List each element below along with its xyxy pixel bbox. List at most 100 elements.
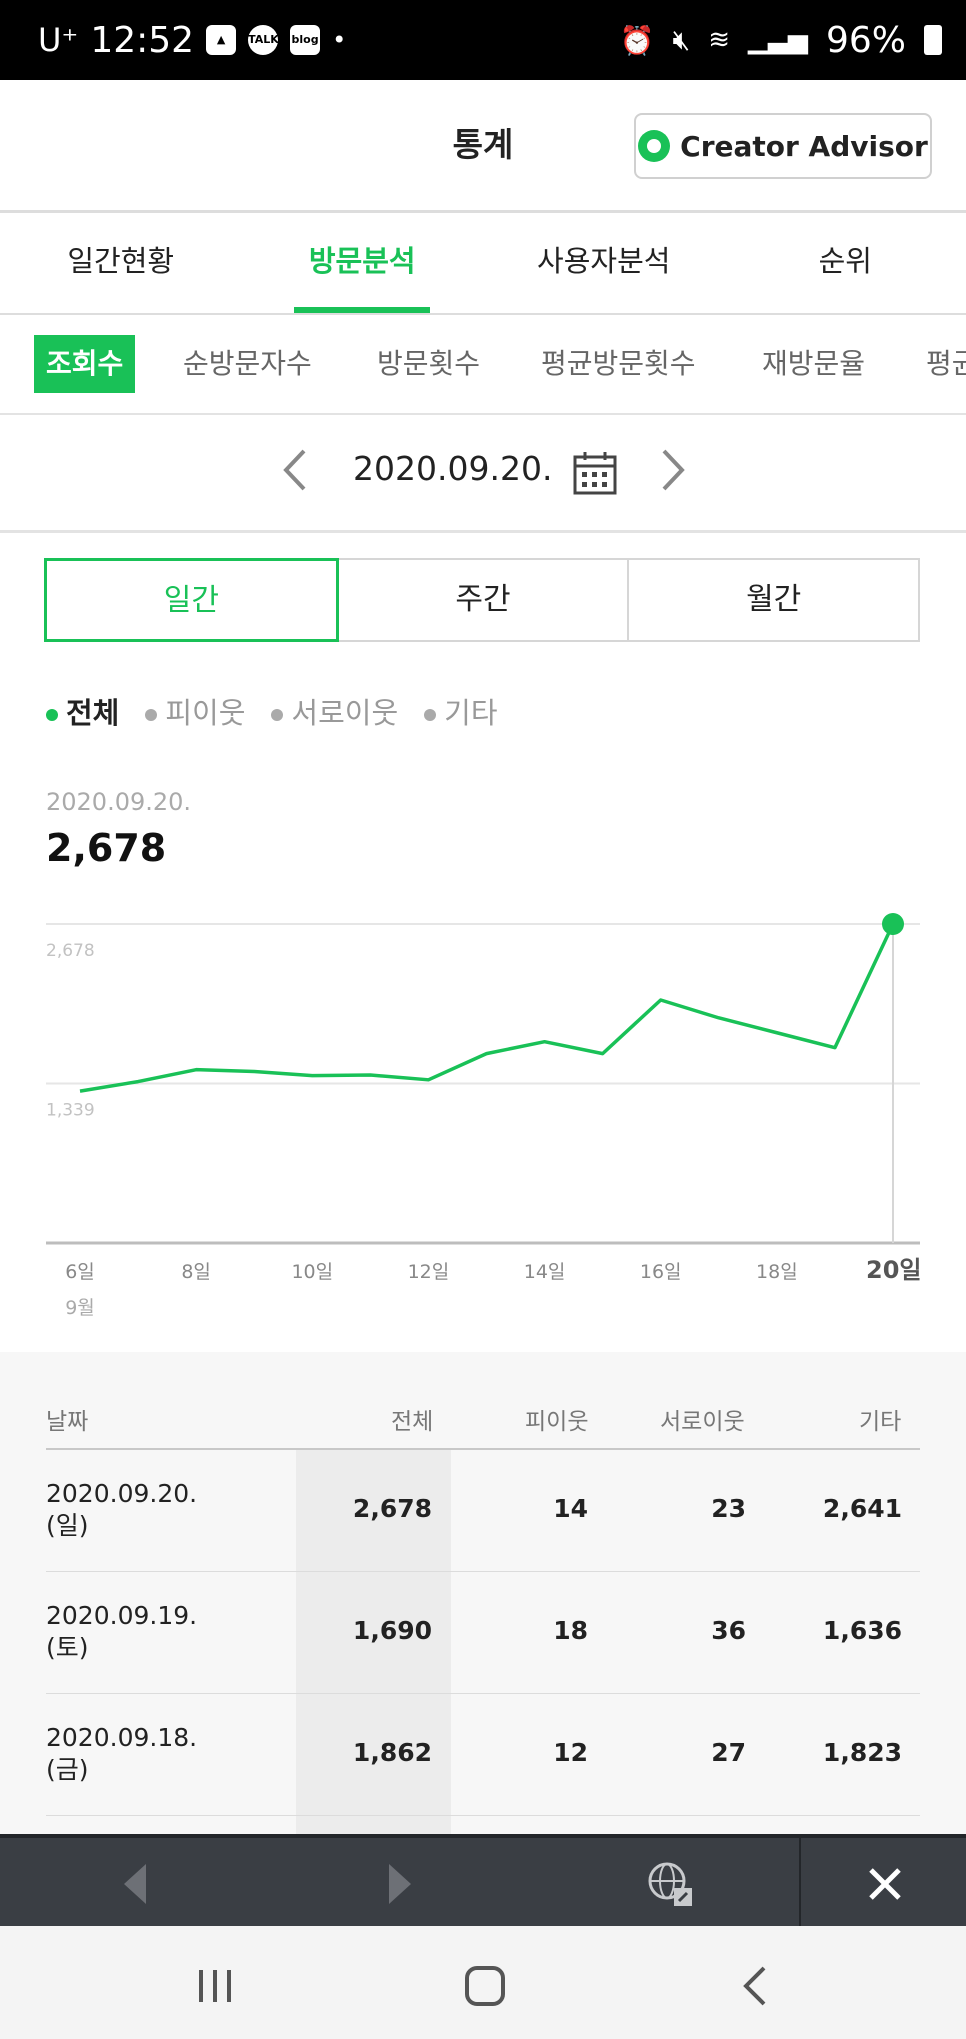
browser-forward-button[interactable] [355,1838,445,1930]
tab-daily-status[interactable]: 일간현황 [0,213,242,313]
row-other: 2,641 [822,1494,902,1523]
recent-apps-button[interactable] [185,1956,245,2016]
row-neighbor: 18 [553,1616,588,1645]
legend-neighbor[interactable]: 피이웃 [145,690,245,732]
battery-icon [924,25,942,55]
legend-mutual-neighbor[interactable]: 서로이웃 [271,690,398,732]
signal-icon: ▁▃▅ [747,25,808,55]
back-button[interactable] [725,1956,785,2016]
app-header: 통계 Creator Advisor [0,80,966,213]
subtab-avg-visits[interactable]: 평균방문횟수 [541,335,696,393]
tab-ranking[interactable]: 순위 [725,213,966,313]
legend-dot-icon [424,709,437,721]
subtab-revisit-rate[interactable]: 재방문율 [762,335,865,393]
creator-advisor-label: Creator Advisor [680,129,928,163]
subtab-average[interactable]: 평균 [926,335,966,393]
x-tick-label: 12일 [408,1261,450,1283]
main-tabs: 일간현황 방문분석 사용자분석 순위 [0,213,966,315]
open-in-browser-button[interactable] [625,1838,715,1930]
header-neighbor: 피이웃 [525,1409,589,1435]
legend-dot-icon [145,709,158,721]
current-date: 2020.09.20. [353,449,553,488]
home-button[interactable] [455,1956,515,2016]
header-mutual-neighbor: 서로이웃 [660,1409,745,1435]
notification-dot-icon: • [332,26,347,54]
blog-icon: blog [290,25,321,55]
x-tick-label: 20일 [866,1256,921,1284]
close-icon [869,1868,901,1900]
next-date-chevron-icon[interactable] [652,445,692,495]
selected-value: 2,678 [46,826,167,870]
stats-table: 날짜 전체 피이웃 서로이웃 기타 2020.09.20. (일) 2,678 1… [0,1352,966,1834]
row-mutual-neighbor: 27 [711,1738,746,1767]
globe-external-icon [648,1862,692,1906]
alarm-icon: ⏰ [619,23,655,57]
toolbar-divider [799,1838,801,1930]
row-date: 2020.09.19. [46,1601,198,1630]
creator-advisor-button[interactable]: Creator Advisor [634,113,932,179]
gallery-icon: ▲ [206,25,237,55]
row-other: 1,636 [822,1616,902,1645]
tab-visit-analysis[interactable]: 방문분석 [242,213,484,313]
x-tick-label: 10일 [291,1261,333,1283]
x-tick-label: 8일 [181,1261,211,1283]
x-tick-label: 14일 [524,1261,566,1283]
subtab-views[interactable]: 조회수 [34,335,136,393]
table-row: 2020.09.20. (일) 2,678 14 23 2,641 [46,1450,920,1572]
header-date: 날짜 [46,1409,89,1435]
subtab-visit-count[interactable]: 방문횟수 [377,335,480,393]
row-day: (금) [46,1755,89,1784]
browser-toolbar [0,1834,966,1930]
header-total: 전체 [391,1409,434,1435]
period-selector: 일간 주간 월간 [44,558,921,642]
mute-icon: 🔇︎ [672,23,691,56]
wifi-icon: ≋ [708,25,730,55]
battery-percent: 96% [825,19,906,61]
browser-back-button[interactable] [90,1838,180,1930]
row-total: 2,678 [352,1494,432,1523]
home-icon [465,1966,505,2006]
views-line-chart[interactable]: 2,678 1,339 6일 8일 10일 12일 14일 16일 18일 20일 9월 [0,900,966,1320]
tab-user-analysis[interactable]: 사용자분석 [483,213,725,313]
row-mutual-neighbor: 36 [711,1616,746,1645]
table-row: 2020.09.18. (금) 1,862 12 27 1,823 [46,1694,920,1816]
period-monthly-button[interactable]: 월간 [627,558,921,642]
triangle-right-icon [389,1864,411,1904]
date-navigator: 2020.09.20. [0,415,966,533]
period-weekly-button[interactable]: 주간 [336,558,630,642]
selected-date: 2020.09.20. [46,788,192,816]
calendar-icon[interactable] [573,451,617,495]
table-header: 날짜 전체 피이웃 서로이웃 기타 [46,1402,920,1450]
recent-apps-icon [199,1970,231,2002]
table-row: 2020.09.19. (토) 1,690 18 36 1,636 [46,1572,920,1694]
row-mutual-neighbor: 23 [711,1494,746,1523]
row-day: (일) [46,1511,89,1540]
row-date: 2020.09.20. [46,1479,198,1508]
row-total: 1,862 [352,1738,432,1767]
x-tick-label: 16일 [640,1261,682,1283]
row-neighbor: 14 [553,1494,588,1523]
row-total: 1,690 [352,1616,432,1645]
prev-date-chevron-icon[interactable] [276,445,316,495]
row-other: 1,823 [822,1738,902,1767]
x-tick-month-label: 9월 [65,1297,95,1319]
status-bar: U⁺ 12:52 ▲ TALK blog • ⏰ 🔇︎ ≋ ▁▃▅ 96% [0,0,966,80]
clock: 12:52 [90,19,195,61]
sub-tabs: 조회수 순방문자수 방문횟수 평균방문횟수 재방문율 평균 [0,315,966,415]
legend-dot-icon [271,709,284,721]
legend-dot-icon [46,709,58,721]
y-tick-label: 2,678 [46,941,95,961]
row-neighbor: 12 [553,1738,588,1767]
period-daily-button[interactable]: 일간 [44,558,339,642]
creator-advisor-logo-icon [638,130,671,162]
close-browser-button[interactable] [840,1838,930,1930]
selected-data-point [882,913,904,935]
kakaotalk-icon: TALK [248,25,279,55]
series-line-all [79,923,895,1093]
triangle-left-icon [124,1864,146,1904]
legend-all[interactable]: 전체 [46,690,119,732]
back-chevron-icon [743,1966,766,2006]
subtab-unique-visitors[interactable]: 순방문자수 [183,335,312,393]
y-tick-label: 1,339 [46,1101,95,1121]
legend-other[interactable]: 기타 [424,690,498,732]
